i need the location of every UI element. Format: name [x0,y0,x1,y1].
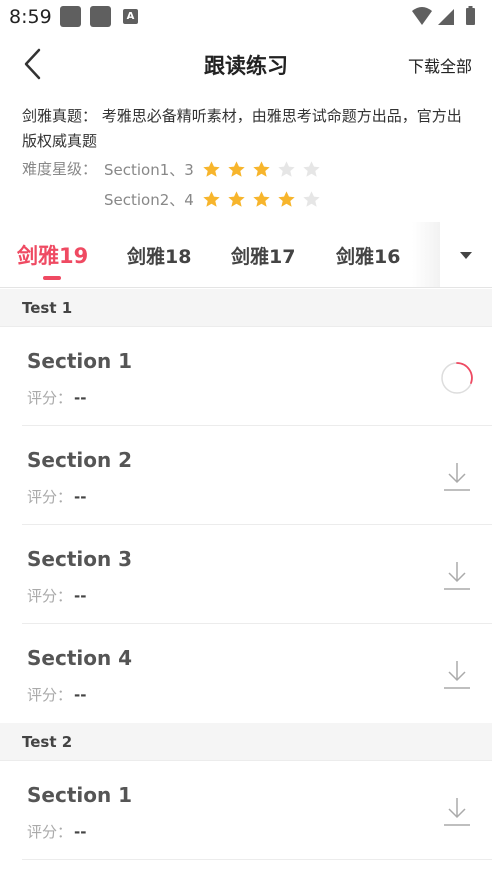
tab-bar: 剑雅19 剑雅18 剑雅17 剑雅16 [0,222,492,288]
difficulty-sections: Section1、3 [104,160,194,179]
section-row[interactable]: Section 1 评分： -- [0,761,492,860]
row-divider [22,859,492,860]
tab-scroll-fade [412,222,440,287]
section-row[interactable]: Section 1 评分： -- [0,327,492,426]
description-text: 剑雅真题： 考雅思必备精听素材，由雅思考试命题方出品，官方出版权威真题 [22,107,462,150]
section-score: 评分： -- [27,684,86,705]
star-empty-icon [303,160,320,177]
star-filled-icon [253,160,270,177]
score-label: 评分： [27,488,73,506]
star-filled-icon [278,190,295,207]
download-icon[interactable] [440,559,474,593]
notification-letter-icon: A [123,9,138,24]
score-label: 评分： [27,389,73,407]
star-rating [202,190,327,209]
test-group-header: Test 2 [0,723,492,761]
section-title: Section 3 [27,547,133,571]
star-rating [202,160,327,179]
score-label: 评分： [27,686,73,704]
tab-dropdown-button[interactable] [440,222,492,287]
score-label: 评分： [27,823,73,841]
star-filled-icon [228,190,245,207]
tab-active-indicator [43,276,61,280]
section-title: Section 1 [27,783,133,807]
tab-cambridge-17[interactable]: 剑雅17 [231,242,295,269]
section-row[interactable]: Section 2 评分： -- [0,426,492,525]
difficulty-row: Section2、4 [104,188,327,210]
star-filled-icon [203,160,220,177]
section-title: Section 4 [27,646,133,670]
status-time: 8:59 [9,6,52,28]
score-value: -- [74,488,87,506]
test-group-title: Test 1 [22,299,73,317]
star-filled-icon [203,190,220,207]
notification-icon [90,6,111,27]
star-empty-icon [278,160,295,177]
loading-spinner-icon [441,362,473,394]
test-group-header: Test 1 [0,289,492,327]
download-all-button[interactable]: 下载全部 [408,53,472,77]
star-filled-icon [253,190,270,207]
star-filled-icon [228,160,245,177]
download-icon[interactable] [440,795,474,829]
score-value: -- [74,389,87,407]
section-score: 评分： -- [27,486,86,507]
signal-battery-icon [412,6,475,25]
download-icon[interactable] [440,658,474,692]
difficulty-label: 难度星级： [22,160,98,178]
score-value: -- [74,686,87,704]
section-row[interactable]: Section 3 评分： -- [0,525,492,624]
star-empty-icon [303,190,320,207]
tab-cambridge-16[interactable]: 剑雅16 [336,242,400,269]
section-row[interactable]: Section 4 评分： -- [0,624,492,723]
nav-bar: 跟读练习 下载全部 [0,34,492,92]
section-score: 评分： -- [27,821,86,842]
section-score: 评分： -- [27,585,86,606]
score-value: -- [74,587,87,605]
score-value: -- [74,823,87,841]
difficulty-sections: Section2、4 [104,190,194,209]
score-label: 评分： [27,587,73,605]
difficulty-row: Section1、3 [104,158,327,180]
section-title: Section 2 [27,448,133,472]
tab-cambridge-19[interactable]: 剑雅19 [17,240,88,270]
status-bar: 8:59 A [0,0,492,34]
caret-down-icon [460,252,472,259]
download-icon[interactable] [440,460,474,494]
section-score: 评分： -- [27,387,86,408]
notification-icon [60,6,81,27]
test-group-title: Test 2 [22,733,73,751]
tab-cambridge-18[interactable]: 剑雅18 [127,242,191,269]
section-title: Section 1 [27,349,133,373]
